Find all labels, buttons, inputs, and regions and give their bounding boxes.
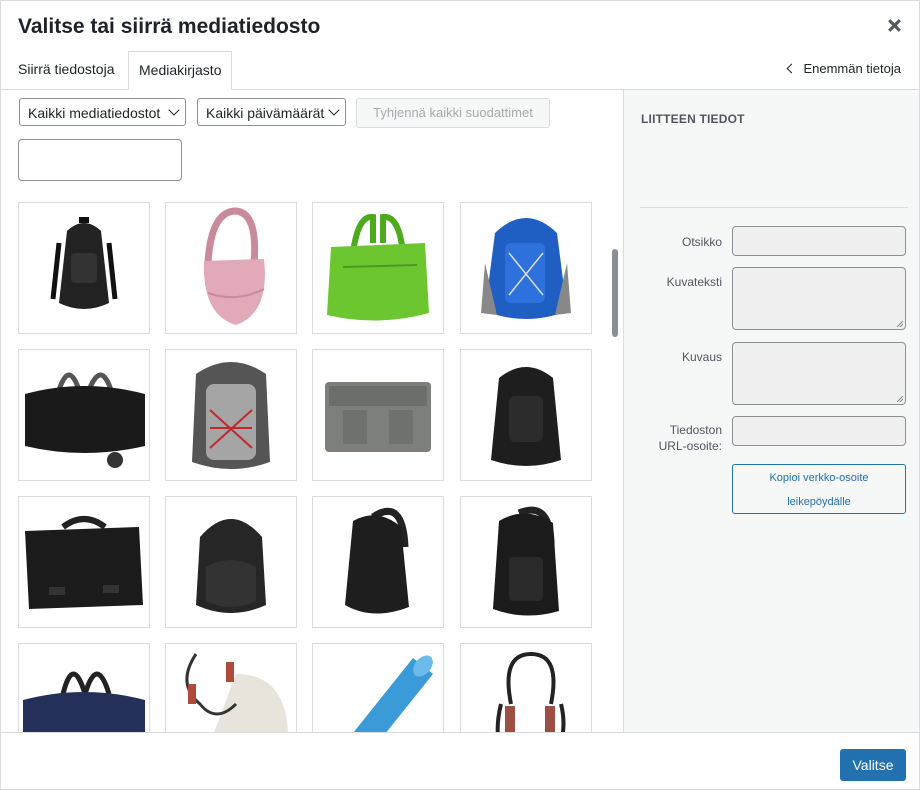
chevron-down-icon bbox=[328, 104, 340, 116]
grey-red-backpack-image bbox=[192, 362, 270, 469]
date-filter-value: Kaikki päivämäärät bbox=[206, 105, 325, 121]
blue-foam-roller-image bbox=[353, 655, 433, 732]
black-rolling-duffel-image bbox=[25, 372, 145, 468]
search-input[interactable] bbox=[18, 139, 182, 181]
description-field bbox=[732, 342, 906, 405]
grey-messenger-bag-image bbox=[325, 382, 431, 452]
chevron-down-icon bbox=[168, 104, 180, 116]
media-type-filter-value: Kaikki mediatiedostot bbox=[28, 105, 161, 121]
file-url-label-line2: URL-osoite: bbox=[658, 439, 722, 453]
select-button[interactable]: Valitse bbox=[840, 749, 906, 781]
file-url-label-line1: Tiedoston bbox=[669, 423, 722, 437]
media-item-black-jump-rope[interactable] bbox=[460, 643, 592, 732]
black-sling-backpack-image bbox=[493, 506, 559, 616]
media-grid bbox=[1, 191, 607, 732]
media-item-black-round-backpack[interactable] bbox=[165, 496, 297, 628]
more-details-link[interactable]: Enemmän tietoja bbox=[786, 61, 901, 76]
title-label: Otsikko bbox=[681, 235, 722, 249]
navy-duffel-bag-image bbox=[23, 671, 145, 732]
close-icon[interactable] bbox=[885, 17, 903, 35]
media-item-black-rolling-duffel[interactable] bbox=[18, 349, 150, 481]
media-item-black-messenger-bag[interactable] bbox=[18, 496, 150, 628]
description-label: Kuvaus bbox=[681, 350, 722, 364]
chevron-left-icon bbox=[786, 63, 797, 74]
file-url-field bbox=[732, 416, 906, 446]
tab-upload-files[interactable]: Siirrä tiedostoja bbox=[8, 51, 125, 88]
blue-backpack-image bbox=[481, 218, 571, 319]
attachment-details-panel: LIITTEEN TIEDOT Otsikko Kuvateksti Kuvau… bbox=[623, 90, 919, 733]
tab-bar: Siirrä tiedostoja Mediakirjasto bbox=[1, 51, 919, 90]
media-modal: Valitse tai siirrä mediatiedosto Siirrä … bbox=[0, 0, 920, 790]
media-item-blue-backpack[interactable] bbox=[460, 202, 592, 334]
black-backpack-small-image bbox=[491, 367, 561, 466]
media-item-grey-messenger-bag[interactable] bbox=[312, 349, 444, 481]
title-field bbox=[732, 226, 906, 256]
black-backpack-image bbox=[50, 217, 118, 309]
jump-rope-and-bag-image bbox=[185, 653, 288, 732]
media-item-jump-rope-and-bag[interactable] bbox=[165, 643, 297, 732]
media-item-grey-red-backpack[interactable] bbox=[165, 349, 297, 481]
black-round-backpack-image bbox=[196, 519, 266, 613]
media-item-pink-shoulder-bag[interactable] bbox=[165, 202, 297, 334]
copy-url-button-line1: Kopioi verkko-osoite bbox=[769, 472, 869, 484]
clear-filters-button: Tyhjennä kaikki suodattimet bbox=[356, 98, 550, 128]
media-grid-scrollbar[interactable] bbox=[612, 249, 618, 337]
media-item-black-backpack-small[interactable] bbox=[460, 349, 592, 481]
black-jump-rope-image bbox=[495, 651, 566, 732]
tab-media-library[interactable]: Mediakirjasto bbox=[128, 51, 233, 90]
dialog-title: Valitse tai siirrä mediatiedosto bbox=[18, 15, 321, 38]
copy-url-button[interactable]: Kopioi verkko-osoite leikepöydälle bbox=[732, 464, 906, 514]
divider bbox=[640, 207, 908, 208]
caption-field bbox=[732, 267, 906, 330]
more-details-label: Enemmän tietoja bbox=[803, 61, 901, 76]
media-item-blue-foam-roller[interactable] bbox=[312, 643, 444, 732]
media-item-green-duffel-bag[interactable] bbox=[312, 202, 444, 334]
modal-footer: Valitse bbox=[1, 732, 919, 789]
media-item-black-sling-bag[interactable] bbox=[312, 496, 444, 628]
media-item-black-sling-backpack[interactable] bbox=[460, 496, 592, 628]
date-filter[interactable]: Kaikki päivämäärät bbox=[197, 98, 346, 126]
file-url-label: Tiedoston URL-osoite: bbox=[659, 422, 722, 454]
black-messenger-bag-image bbox=[25, 516, 143, 609]
black-sling-bag-image bbox=[345, 507, 409, 614]
pink-shoulder-bag-image bbox=[203, 207, 265, 325]
green-duffel-bag-image bbox=[327, 213, 429, 321]
media-item-navy-duffel-bag[interactable] bbox=[18, 643, 150, 732]
media-item-black-backpack[interactable] bbox=[18, 202, 150, 334]
caption-label: Kuvateksti bbox=[666, 275, 722, 289]
media-type-filter[interactable]: Kaikki mediatiedostot bbox=[19, 98, 186, 126]
attachment-details-heading: LIITTEEN TIEDOT bbox=[641, 112, 745, 126]
copy-url-button-line2: leikepöydälle bbox=[787, 496, 851, 508]
